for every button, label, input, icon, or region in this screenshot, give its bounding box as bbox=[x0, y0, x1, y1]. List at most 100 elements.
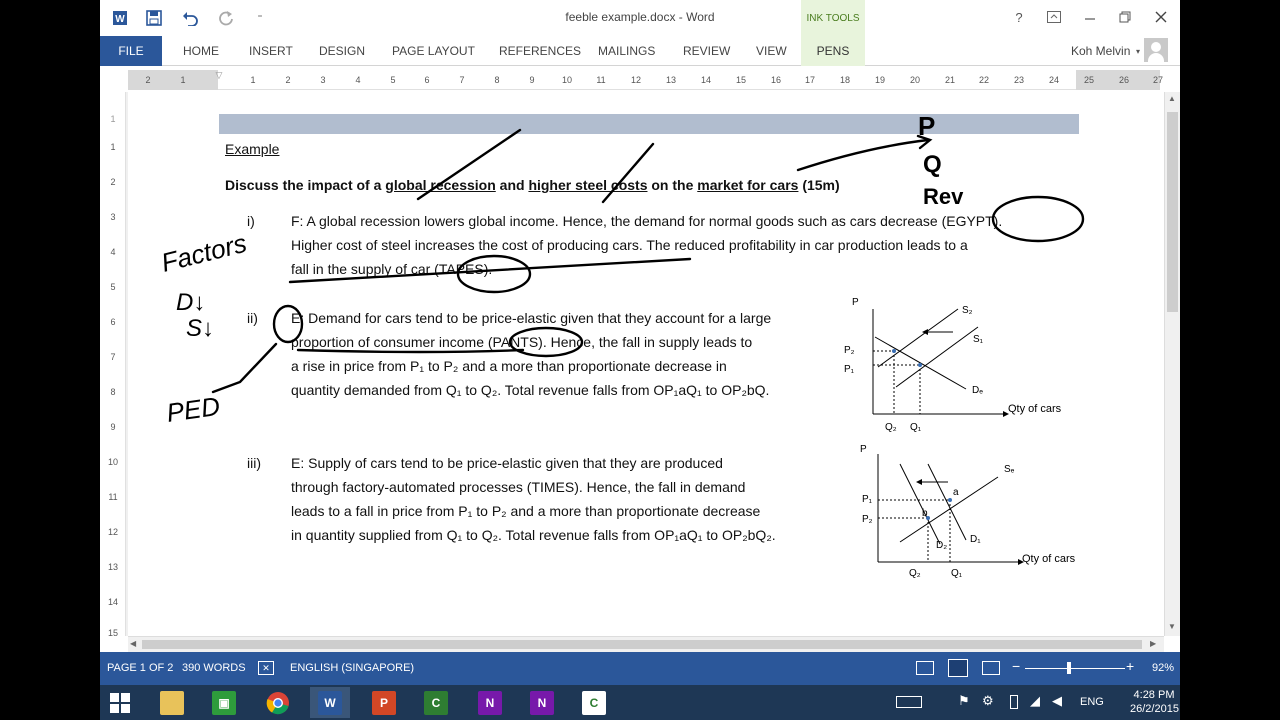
word-count[interactable]: 390 WORDS bbox=[182, 662, 246, 674]
start-button[interactable] bbox=[100, 687, 140, 718]
horizontal-scroll-thumb[interactable] bbox=[142, 640, 1142, 649]
user-dropdown-icon[interactable]: ▾ bbox=[1136, 47, 1140, 56]
vertical-scrollbar[interactable]: ▲ ▼ bbox=[1164, 92, 1180, 636]
restore-icon[interactable] bbox=[1110, 6, 1140, 28]
tab-references[interactable]: REFERENCES bbox=[499, 36, 581, 66]
document-area: 1 1 2 3 4 5 6 7 8 9 10 11 12 13 14 15 Ex… bbox=[100, 92, 1164, 638]
zoom-in-icon[interactable]: + bbox=[1126, 658, 1134, 674]
taskbar: ▣ W P C N N C ⚑ ⚙ ◢ ◀ ENG 4:28 PM 26/2/2… bbox=[100, 685, 1180, 720]
wifi-icon[interactable]: ◢ bbox=[1030, 693, 1040, 709]
ruler-tick: 20 bbox=[909, 75, 920, 85]
tab-page-layout[interactable]: PAGE LAYOUT bbox=[392, 36, 475, 66]
onenote-icon[interactable]: N bbox=[470, 687, 510, 718]
scroll-left-icon[interactable]: ◀ bbox=[130, 639, 136, 648]
ruler-tick: 4 bbox=[355, 75, 361, 85]
ruler-tick: 5 bbox=[110, 282, 116, 292]
ruler-tick: 22 bbox=[978, 75, 989, 85]
ruler-tick: 9 bbox=[110, 422, 116, 432]
scroll-right-icon[interactable]: ▶ bbox=[1150, 639, 1156, 648]
avatar[interactable] bbox=[1144, 38, 1168, 62]
tab-home[interactable]: HOME bbox=[183, 36, 219, 66]
ink-circle-e bbox=[272, 304, 304, 344]
camtasia-recorder-icon[interactable]: C bbox=[574, 687, 614, 718]
ink-stroke bbox=[296, 348, 525, 354]
chrome-icon[interactable] bbox=[258, 687, 298, 718]
first-line-indent-marker[interactable]: ▽ bbox=[209, 70, 229, 81]
clock-date: 26/2/2015 bbox=[1130, 703, 1179, 715]
ruler-tick: 19 bbox=[874, 75, 885, 85]
powerpoint-icon[interactable]: P bbox=[364, 687, 404, 718]
onenote-clipper-icon[interactable]: N bbox=[522, 687, 562, 718]
ruler-tick: 26 bbox=[1118, 75, 1129, 85]
ruler-tick: 15 bbox=[107, 628, 118, 638]
keyboard-icon[interactable] bbox=[896, 696, 922, 708]
tab-file[interactable]: FILE bbox=[100, 36, 162, 66]
ruler-tick: 14 bbox=[700, 75, 711, 85]
ink-stroke bbox=[796, 138, 930, 172]
ink-d-down: D↓ bbox=[176, 289, 205, 316]
ink-stroke bbox=[601, 142, 655, 204]
clock-time: 4:28 PM bbox=[1133, 689, 1175, 701]
scroll-up-icon[interactable]: ▲ bbox=[1168, 94, 1176, 103]
word-taskbar-icon[interactable]: W bbox=[310, 687, 350, 718]
ruler-tick: 10 bbox=[561, 75, 572, 85]
ruler-tick: 6 bbox=[424, 75, 430, 85]
tab-insert[interactable]: INSERT bbox=[249, 36, 293, 66]
input-language[interactable]: ENG bbox=[1080, 696, 1104, 708]
ruler-tick: 1 bbox=[250, 75, 256, 85]
ruler-tick: 13 bbox=[665, 75, 676, 85]
ink-circle-egypt bbox=[991, 195, 1085, 243]
ruler-tick: 2 bbox=[145, 75, 151, 85]
volume-icon[interactable]: ◀ bbox=[1052, 693, 1062, 709]
tab-view[interactable]: VIEW bbox=[756, 36, 787, 66]
horizontal-scrollbar[interactable]: ◀ ▶ bbox=[128, 636, 1164, 652]
close-icon[interactable] bbox=[1146, 6, 1176, 28]
minimize-icon[interactable] bbox=[1075, 6, 1105, 28]
read-mode-icon[interactable] bbox=[916, 661, 934, 675]
ink-word-ped: PED bbox=[165, 391, 222, 428]
zoom-level[interactable]: 92% bbox=[1152, 662, 1174, 674]
ink-annotations: P Q Rev Factors D↓ S↓ PED bbox=[158, 111, 1085, 428]
document-page[interactable]: Example Discuss the impact of a global r… bbox=[128, 92, 1164, 636]
tab-design[interactable]: DESIGN bbox=[319, 36, 365, 66]
vertical-ruler[interactable]: 1 1 2 3 4 5 6 7 8 9 10 11 12 13 14 15 bbox=[100, 92, 126, 638]
clock[interactable]: 4:28 PM 26/2/2015 bbox=[1130, 688, 1179, 716]
ruler-tick: 10 bbox=[107, 457, 118, 467]
tab-pens[interactable]: PENS bbox=[801, 36, 865, 66]
language-indicator[interactable]: ENGLISH (SINGAPORE) bbox=[290, 662, 414, 674]
zoom-out-icon[interactable]: − bbox=[1012, 658, 1020, 674]
zoom-slider[interactable] bbox=[1025, 668, 1125, 669]
ruler-tick: 25 bbox=[1083, 75, 1094, 85]
print-layout-icon[interactable] bbox=[948, 659, 968, 677]
page-count[interactable]: PAGE 1 OF 2 bbox=[107, 662, 173, 674]
camtasia-icon[interactable]: C bbox=[416, 687, 456, 718]
network-icon[interactable]: ⚙ bbox=[982, 693, 994, 709]
help-icon[interactable]: ? bbox=[1004, 6, 1034, 28]
user-name[interactable]: Koh Melvin bbox=[1071, 44, 1130, 58]
ink-circle-pants bbox=[508, 326, 584, 358]
ruler-tick: 1 bbox=[110, 142, 116, 152]
scroll-down-icon[interactable]: ▼ bbox=[1168, 622, 1176, 631]
tab-review[interactable]: REVIEW bbox=[683, 36, 730, 66]
store-icon[interactable]: ▣ bbox=[204, 687, 244, 718]
ink-stroke bbox=[288, 257, 692, 284]
ink-word-factors: Factors bbox=[158, 228, 249, 278]
proofing-icon[interactable]: ✕ bbox=[258, 661, 274, 675]
ruler-tick: 17 bbox=[804, 75, 815, 85]
flag-icon[interactable]: ⚑ bbox=[958, 693, 970, 709]
battery-icon[interactable] bbox=[1010, 695, 1018, 709]
horizontal-ruler[interactable]: 2 1 ▽ 1 2 3 4 5 6 7 8 9 10 11 12 13 14 1… bbox=[128, 70, 1163, 90]
ribbon-display-icon[interactable] bbox=[1039, 6, 1069, 28]
ruler-tick: 18 bbox=[839, 75, 850, 85]
zoom-slider-thumb[interactable] bbox=[1067, 662, 1071, 674]
ruler-tick: 14 bbox=[107, 597, 118, 607]
web-layout-icon[interactable] bbox=[982, 661, 1000, 675]
ruler-tick: 11 bbox=[596, 75, 606, 85]
ruler-tick: 5 bbox=[390, 75, 396, 85]
vertical-scroll-thumb[interactable] bbox=[1167, 112, 1178, 312]
ink-stroke bbox=[211, 342, 278, 394]
ruler-tick: 23 bbox=[1013, 75, 1024, 85]
file-explorer-icon[interactable] bbox=[152, 687, 192, 718]
ink-s-down: S↓ bbox=[186, 315, 214, 342]
tab-mailings[interactable]: MAILINGS bbox=[598, 36, 655, 66]
